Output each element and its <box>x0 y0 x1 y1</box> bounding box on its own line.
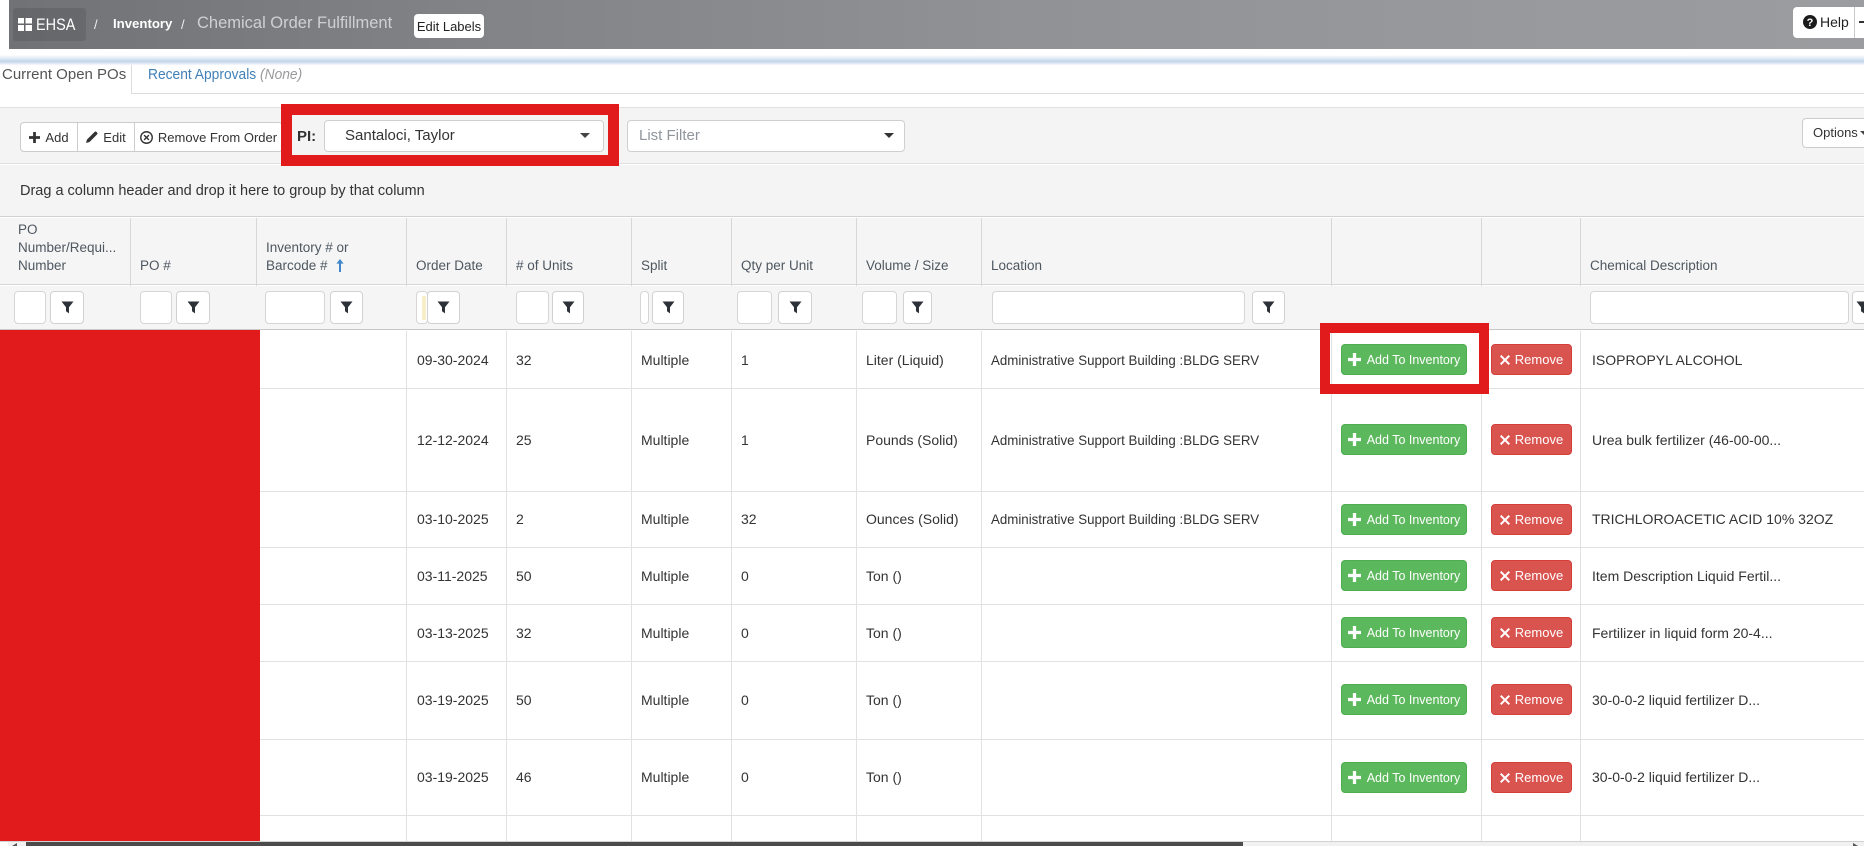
svg-text:?: ? <box>1807 17 1814 29</box>
